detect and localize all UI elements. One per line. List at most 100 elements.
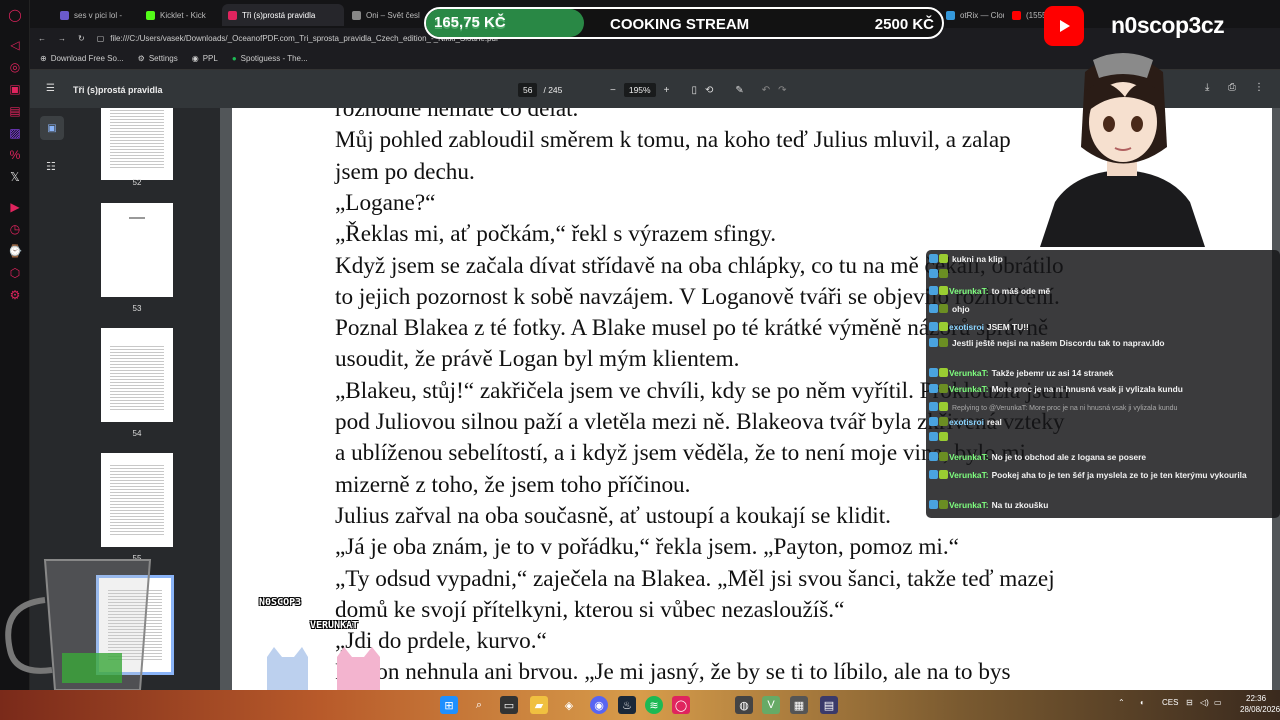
clock-icon[interactable]: ⌚ <box>0 240 30 262</box>
chat-message: VerunkaT: to máš ode mě <box>929 286 1274 297</box>
chat-badge-icon <box>929 368 938 377</box>
search-icon[interactable]: ⌕ <box>470 696 488 714</box>
bookmark-settings[interactable]: ⚙ Settings <box>138 54 178 63</box>
chat-badge-icon <box>939 368 948 377</box>
chat-username[interactable]: VerunkaT: <box>949 452 989 462</box>
page-total: / 245 <box>543 85 563 95</box>
browser-tab[interactable]: Kicklet - Kick <box>140 4 218 26</box>
chat-message <box>929 432 1274 443</box>
page-thumbnail-54[interactable] <box>101 328 173 422</box>
bookmark-ppl[interactable]: ◉ PPL <box>192 54 218 63</box>
chat-overlay: kukni na klip VerunkaT: to máš ode mě ohjo e… <box>926 250 1280 518</box>
zoom-in-icon[interactable]: + <box>664 85 670 96</box>
twitch-icon[interactable]: ▨ <box>0 122 30 144</box>
chat-username[interactable]: exotisroi <box>949 322 984 332</box>
zoom-out-icon[interactable]: − <box>610 85 616 96</box>
speed-dial-icon[interactable]: ◎ <box>0 56 30 78</box>
browser-tab[interactable]: Oni – Svět česl <box>346 4 426 26</box>
extensions-icon[interactable]: ⬡ <box>0 262 30 284</box>
task-view-icon[interactable]: ▭ <box>500 696 518 714</box>
chat-badge-icon <box>939 452 948 461</box>
chat-text: Jestli ještě nejsi na našem Discordu tak… <box>952 338 1165 348</box>
tab-favicon-icon <box>946 10 955 20</box>
outline-tab-icon[interactable]: ☷ <box>46 160 56 173</box>
start-icon[interactable]: ⊞ <box>440 696 458 714</box>
chat-username[interactable]: VerunkaT: <box>949 286 989 296</box>
chat-message: Replying to @VerunkaT: More proc je na n… <box>929 402 1274 414</box>
history-icon[interactable]: ◷ <box>0 218 30 240</box>
thumbnails-tab-icon[interactable]: ▣ <box>40 116 64 140</box>
nav-forward-icon[interactable]: → <box>58 34 66 43</box>
chat-text: Takže jebemr uz asi 14 stranek <box>991 368 1114 378</box>
chat-badge-icon <box>929 402 938 411</box>
app-icon[interactable]: ▦ <box>790 696 808 714</box>
discord-icon[interactable]: ◉ <box>590 696 608 714</box>
chat-badge-icon <box>929 304 938 313</box>
browser-tab[interactable]: Tři (s)prostá pravidla <box>222 4 344 26</box>
clock-date[interactable]: 28/08/2026 <box>1240 705 1280 714</box>
back-icon[interactable]: ◁ <box>0 34 30 56</box>
donation-amount-overlay: 165,75 KČ <box>434 14 506 31</box>
nav-back-icon[interactable]: ← <box>38 34 46 43</box>
page-thumbnail-52[interactable] <box>101 108 173 180</box>
document-line: „Řeklas mi, ať počkám,“ řekl s výrazem s… <box>335 221 777 248</box>
windows-taskbar <box>0 690 1280 720</box>
x-twitter-icon[interactable]: 𝕏 <box>0 166 30 188</box>
obs-icon[interactable]: ◍ <box>735 696 753 714</box>
input-language[interactable]: CES <box>1162 698 1178 707</box>
reload-icon[interactable]: ↻ <box>78 34 85 43</box>
menu-icon[interactable]: ☰ <box>46 83 55 94</box>
page-number-input[interactable]: 56 <box>518 83 538 97</box>
file-explorer-icon[interactable]: ▰ <box>530 696 548 714</box>
tray-app-icon[interactable]: ◐ <box>1140 698 1145 707</box>
opera-logo-icon[interactable]: ◯ <box>0 4 30 26</box>
player-icon[interactable]: ▶ <box>0 196 30 218</box>
chat-username[interactable]: VerunkaT: <box>949 470 989 480</box>
more-options-icon[interactable]: ⋮ <box>1254 82 1264 93</box>
page-thumbnail-53[interactable] <box>101 203 173 297</box>
redo-icon[interactable]: ↷ <box>778 85 786 96</box>
browser-tab[interactable]: ses v pici lol - <box>54 4 134 26</box>
percent-icon[interactable]: % <box>0 144 30 166</box>
chat-message: VerunkaT: Pookej aha to je ten šéf ja mys… <box>929 470 1274 481</box>
chat-username[interactable]: VerunkaT: <box>949 368 989 378</box>
bookmark-spotiguess[interactable]: ● Spotiguess - The... <box>232 54 308 63</box>
chat-text: Na tu zkoušku <box>991 500 1049 510</box>
app-icon-2[interactable]: ▤ <box>820 696 838 714</box>
volume-icon[interactable]: ◁) <box>1200 698 1209 707</box>
tab-label: otRix — Clou <box>960 10 1004 20</box>
opera-gx-icon[interactable]: ◯ <box>672 696 690 714</box>
chat-badge-icon <box>939 384 948 393</box>
mug-decoration <box>5 559 152 690</box>
spotify-icon[interactable]: ≋ <box>645 696 663 714</box>
bookmark-download-free[interactable]: ⊕ Download Free So... <box>40 54 124 63</box>
chat-username[interactable]: VerunkaT: <box>949 500 989 510</box>
undo-icon[interactable]: ↶ <box>762 85 770 96</box>
gx-control-icon[interactable]: ▣ <box>0 78 30 100</box>
gx-corner-icon[interactable]: ▤ <box>0 100 30 122</box>
vscode-icon[interactable]: ◈ <box>560 696 578 714</box>
page-thumbnail-55[interactable] <box>101 453 173 547</box>
clock-time[interactable]: 22:36 <box>1246 694 1266 703</box>
browser-tab[interactable]: otRix — Clou <box>940 4 1004 26</box>
network-icon[interactable]: ⊟ <box>1186 698 1193 707</box>
chat-badge-icon <box>939 432 948 441</box>
thumb-label-54: 54 <box>132 429 142 438</box>
rotate-icon[interactable]: ⟲ <box>705 85 713 96</box>
battery-icon[interactable]: ▭ <box>1214 698 1222 707</box>
browser-tab[interactable]: (1555) <box>1006 4 1046 26</box>
tab-favicon-icon <box>228 10 237 20</box>
print-icon[interactable]: ⎙ <box>1228 82 1236 93</box>
document-line: usoudit, že právě Logan byl mým klientem… <box>335 346 740 373</box>
vtuber-app-icon[interactable]: V <box>762 696 780 714</box>
annotate-icon[interactable]: ✎ <box>735 85 743 96</box>
settings-icon[interactable]: ⚙ <box>0 284 30 306</box>
chat-badge-icon <box>929 432 938 441</box>
chat-username[interactable]: VerunkaT: <box>949 384 989 394</box>
tray-expand-icon[interactable]: ⌃ <box>1118 698 1125 707</box>
zoom-input[interactable]: 195% <box>623 83 656 97</box>
chat-username[interactable]: exotisroi <box>949 417 984 427</box>
tab-label: Tři (s)prostá pravidla <box>242 10 316 20</box>
fit-page-icon[interactable]: ▯ <box>691 85 697 96</box>
steam-icon[interactable]: ♨ <box>618 696 636 714</box>
